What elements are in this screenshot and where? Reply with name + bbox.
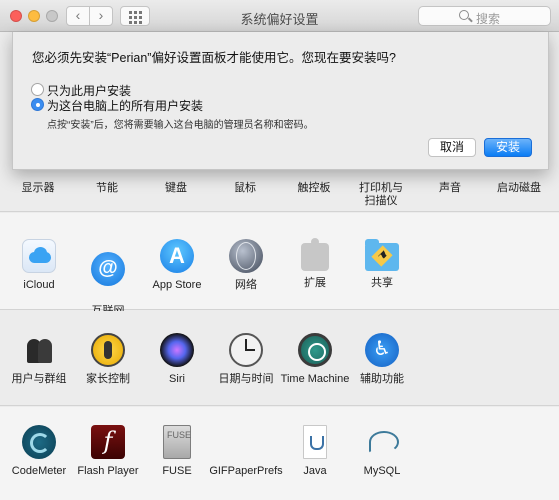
search-icon xyxy=(459,10,469,20)
pref-label: 用户与群组 xyxy=(11,373,67,385)
pref-label: 扩展 xyxy=(304,277,326,289)
siri-icon xyxy=(160,333,194,367)
pref-sound[interactable]: 声音 xyxy=(415,182,485,195)
pref-label: Siri xyxy=(169,373,185,385)
pref-label: MySQL xyxy=(363,465,401,477)
pref-icloud[interactable]: iCloud xyxy=(3,239,75,292)
install-button[interactable]: 安装 xyxy=(484,138,532,157)
search-placeholder: 搜索 xyxy=(476,12,501,26)
system-section: 用户与群组 家长控制 Siri 日期与时间 Time Machine ♿ 辅助功… xyxy=(0,311,559,406)
radio-current-user[interactable] xyxy=(31,83,44,96)
icloud-icon xyxy=(22,239,56,273)
date-time-icon xyxy=(229,333,263,367)
pref-flash-player[interactable]: f Flash Player xyxy=(72,425,144,478)
radio-all-users[interactable] xyxy=(31,98,44,111)
pref-energy-saver[interactable]: 节能 xyxy=(72,182,142,195)
title-bar: ‹ › 系统偏好设置 搜索 xyxy=(0,0,559,32)
pref-label: App Store xyxy=(152,279,202,291)
pref-mysql[interactable]: MySQL xyxy=(346,425,418,478)
pref-time-machine[interactable]: Time Machine xyxy=(276,333,354,386)
radio-all-users-label[interactable]: 为这台电脑上的所有用户安装 xyxy=(47,97,203,114)
pref-date-time[interactable]: 日期与时间 xyxy=(210,333,282,386)
search-field[interactable]: 搜索 xyxy=(418,6,551,26)
pref-parental-controls[interactable]: 家长控制 xyxy=(72,333,144,386)
internet-accounts-icon: @ xyxy=(91,252,125,286)
pref-java[interactable]: Java xyxy=(279,425,351,478)
pref-label: Flash Player xyxy=(77,465,139,477)
pref-label: Time Machine xyxy=(280,373,350,385)
pref-label: 共享 xyxy=(371,277,393,289)
pref-printers-scanners[interactable]: 打印机与 扫描仪 xyxy=(346,182,416,208)
dialog-hint: 点按“安装”后，您将需要输入这台电脑的管理员名称和密码。 xyxy=(47,120,314,131)
gifpaperprefs-icon xyxy=(229,425,263,459)
java-icon xyxy=(303,425,327,459)
internet-section: iCloud @ 互联网 帐户 A App Store 网络 扩展 共享 xyxy=(0,213,559,330)
pref-siri[interactable]: Siri xyxy=(141,333,213,386)
app-store-icon: A xyxy=(160,239,194,273)
pref-label: CodeMeter xyxy=(11,465,67,477)
pref-app-store[interactable]: A App Store xyxy=(141,239,213,292)
pref-users-groups[interactable]: 用户与群组 xyxy=(3,333,75,386)
pref-fuse[interactable]: FUSE FUSE xyxy=(141,425,213,478)
mysql-icon xyxy=(365,425,399,459)
pref-label: 家长控制 xyxy=(86,373,130,385)
dialog-message: 您必须先安装“Perian”偏好设置面板才能使用它。您现在要安装吗? xyxy=(32,51,396,65)
codemeter-icon xyxy=(22,425,56,459)
other-section: CodeMeter f Flash Player FUSE FUSE GIFPa… xyxy=(0,407,559,500)
accessibility-icon: ♿ xyxy=(365,333,399,367)
sharing-icon xyxy=(365,239,399,271)
pref-displays[interactable]: 显示器 xyxy=(3,182,73,195)
parental-controls-icon xyxy=(91,333,125,367)
pref-mouse[interactable]: 鼠标 xyxy=(210,182,280,195)
pref-label: 网络 xyxy=(235,279,257,291)
pref-startup-disk[interactable]: 启动磁盘 xyxy=(484,182,554,195)
pref-label: GIFPaperPrefs xyxy=(209,465,283,477)
pref-keyboard[interactable]: 键盘 xyxy=(141,182,211,195)
network-icon xyxy=(229,239,263,273)
fuse-icon: FUSE xyxy=(163,425,191,459)
pref-label: 辅助功能 xyxy=(360,373,404,385)
pref-label: iCloud xyxy=(23,279,55,291)
cancel-button[interactable]: 取消 xyxy=(428,138,476,157)
users-groups-icon xyxy=(22,333,56,367)
install-dialog: 您必须先安装“Perian”偏好设置面板才能使用它。您现在要安装吗? 只为此用户… xyxy=(12,32,549,170)
pref-label: FUSE xyxy=(162,465,192,477)
pref-label: 日期与时间 xyxy=(218,373,274,385)
pref-trackpad[interactable]: 触控板 xyxy=(279,182,349,195)
pref-sharing[interactable]: 共享 xyxy=(346,239,418,290)
pref-codemeter[interactable]: CodeMeter xyxy=(3,425,75,478)
pref-extensions[interactable]: 扩展 xyxy=(279,238,351,290)
pref-accessibility[interactable]: ♿ 辅助功能 xyxy=(346,333,418,386)
pref-label: Java xyxy=(303,465,327,477)
extensions-icon xyxy=(301,238,329,271)
time-machine-icon xyxy=(298,333,332,367)
pref-gifpaperprefs[interactable]: GIFPaperPrefs xyxy=(206,425,286,478)
flash-player-icon: f xyxy=(91,425,125,459)
pref-network[interactable]: 网络 xyxy=(210,239,282,292)
